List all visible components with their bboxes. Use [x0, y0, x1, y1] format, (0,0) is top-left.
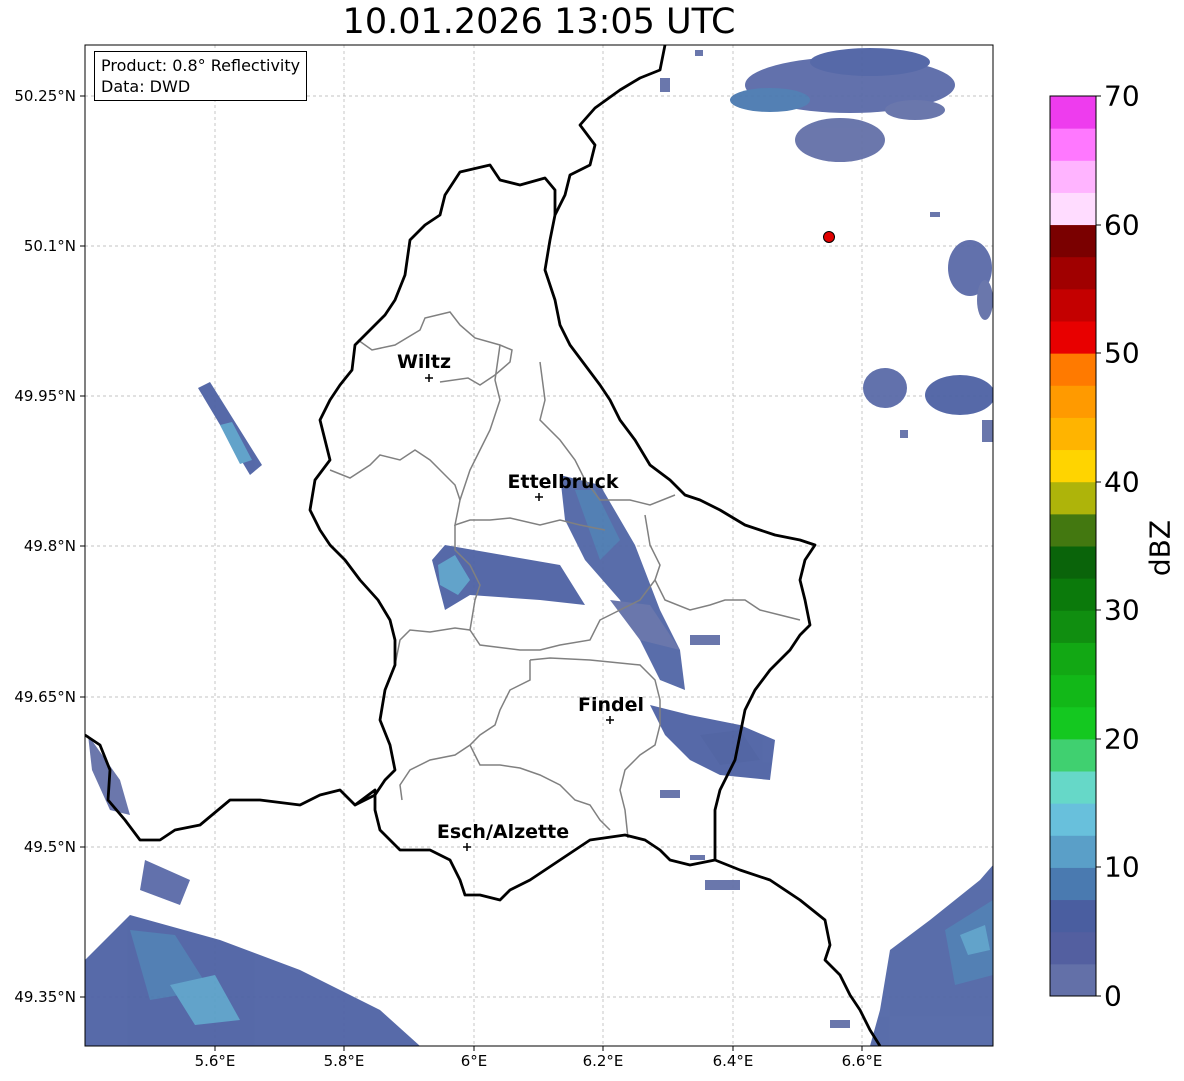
colorbar-segment — [1050, 256, 1096, 290]
lon-tick-label: 6.4°E — [712, 1052, 754, 1070]
lat-tick-label: 49.5°N — [23, 838, 76, 856]
city-label-findel: Findel — [577, 694, 645, 716]
city-marker-findel — [606, 716, 614, 724]
map-gridlines — [85, 45, 993, 1046]
lon-tick-label: 5.6°E — [194, 1052, 236, 1070]
colorbar-segment — [1050, 224, 1096, 258]
colorbar-segment — [1050, 321, 1096, 354]
echo-southwest — [85, 735, 420, 1046]
city-marker-esch — [463, 843, 471, 851]
colorbar-segment — [1050, 192, 1096, 226]
lat-tick-label: 50.25°N — [14, 87, 76, 105]
lon-tick-label: 6.2°E — [582, 1052, 624, 1070]
city-marker-wiltz — [425, 374, 433, 382]
colorbar-tick-label: 50 — [1104, 336, 1140, 370]
echo-north-cluster — [660, 48, 993, 442]
lat-tick-label: 49.65°N — [14, 688, 76, 706]
product-label: Product: 0.8° Reflectivity — [101, 56, 301, 75]
radar-map — [80, 44, 1101, 1051]
map-frame — [84, 44, 994, 1047]
colorbar-segment — [1050, 353, 1096, 386]
info-box: Product: 0.8° Reflectivity Data: DWD — [94, 51, 308, 101]
colorbar-segment — [1050, 642, 1096, 676]
city-marker-ettelbruck — [535, 493, 543, 501]
city-label-ettelbruck: Ettelbruck — [507, 471, 619, 493]
colorbar-label: dBZ — [1143, 519, 1177, 577]
echo-southeast — [830, 865, 993, 1046]
colorbar-segment — [1050, 835, 1096, 868]
colorbar-segment — [1050, 963, 1096, 997]
colorbar-segment — [1050, 417, 1096, 451]
colorbar — [1050, 96, 1096, 997]
colorbar-segment — [1050, 738, 1096, 772]
lon-tick-label: 6°E — [460, 1052, 488, 1070]
colorbar-segment — [1050, 449, 1096, 483]
colorbar-segment — [1050, 546, 1096, 579]
colorbar-segment — [1050, 128, 1096, 161]
colorbar-segment — [1050, 771, 1096, 804]
colorbar-segment — [1050, 706, 1096, 740]
lon-tick-label: 6.6°E — [841, 1052, 883, 1070]
national-borders — [85, 45, 882, 1046]
lon-tick-label: 5.8°E — [323, 1052, 365, 1070]
colorbar-segment — [1050, 96, 1096, 129]
echo-central-band — [432, 475, 720, 690]
colorbar-segment — [1050, 803, 1096, 836]
city-label-wiltz: Wiltz — [396, 351, 452, 373]
colorbar-segment — [1050, 481, 1096, 515]
colorbar-segment — [1050, 513, 1096, 547]
colorbar-tick-label: 60 — [1104, 208, 1140, 242]
colorbar-segment — [1050, 899, 1096, 933]
colorbar-tick-label: 0 — [1104, 979, 1122, 1013]
lat-tick-label: 49.95°N — [14, 387, 76, 405]
colorbar-segment — [1050, 674, 1096, 708]
colorbar-segment — [1050, 385, 1096, 418]
lat-tick-label: 49.35°N — [14, 988, 76, 1006]
colorbar-segment — [1050, 288, 1096, 322]
colorbar-segment — [1050, 610, 1096, 643]
colorbar-tick-label: 20 — [1104, 722, 1140, 756]
city-label-esch: Esch/Alzette — [436, 821, 570, 843]
lat-tick-label: 49.8°N — [23, 537, 76, 555]
colorbar-segment — [1050, 931, 1096, 965]
colorbar-segment — [1050, 160, 1096, 193]
radar-site-marker — [823, 231, 835, 243]
colorbar-tick-label: 40 — [1104, 465, 1140, 499]
colorbar-tick-marks — [1096, 95, 1101, 997]
city-markers — [425, 374, 614, 851]
colorbar-tick-label: 30 — [1104, 593, 1140, 627]
colorbar-segment — [1050, 578, 1096, 611]
colorbar-segment — [1050, 867, 1096, 901]
colorbar-tick-label: 10 — [1104, 850, 1140, 884]
colorbar-tick-label: 70 — [1104, 79, 1140, 113]
radar-echoes — [85, 48, 993, 1046]
lat-tick-label: 50.1°N — [23, 237, 76, 255]
data-source-label: Data: DWD — [101, 77, 191, 96]
echo-east-cluster — [650, 705, 775, 890]
